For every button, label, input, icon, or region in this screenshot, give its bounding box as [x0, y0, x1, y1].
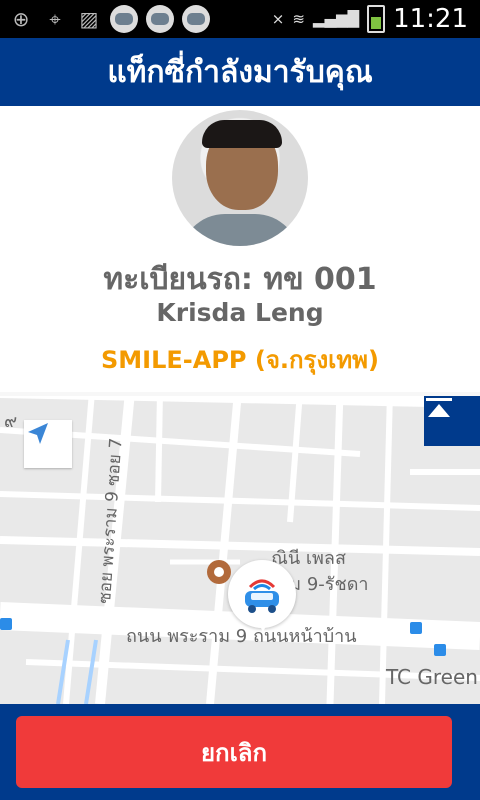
map-label-top-left: ๙: [4, 411, 17, 432]
collapse-button[interactable]: [424, 396, 480, 446]
taxi-marker-icon: [233, 565, 291, 623]
map-background: ๙ ซอย พระราม 9 ซอย 7 ...ณินี เพลส ...าม …: [0, 392, 480, 704]
map-view[interactable]: ๙ ซอย พระราม 9 ซอย 7 ...ณินี เพลส ...าม …: [0, 392, 480, 704]
map-label-main-road: ถนน พระราม 9 ถนนหน้าบ้าน: [126, 626, 357, 647]
driver-hair: [202, 120, 282, 148]
collapse-up-icon: [426, 398, 452, 417]
time: 11:21: [393, 4, 468, 34]
crosshair-icon: ⌖: [49, 7, 61, 31]
page-title: แท็กซี่กำลังมารับคุณ: [0, 38, 480, 106]
status-bar: ⊕ ⌖ ▨ ⨯ ≋ ▂▄▆█ 11:21: [0, 0, 480, 38]
plus-icon: ⊕: [12, 7, 30, 31]
driver-shirt: [180, 214, 300, 246]
cancel-button[interactable]: ยกเลิก: [16, 716, 452, 788]
battery-icon: [367, 5, 386, 33]
license-plate: ทะเบียนรถ: ทข 001: [103, 262, 377, 297]
driver-avatar: [172, 110, 308, 246]
driver-card: ทะเบียนรถ: ทข 001 Krisda Leng SMILE-APP …: [0, 106, 480, 392]
navigation-arrow-icon: [28, 423, 48, 444]
company-name: SMILE-APP (จ.กรุงเทพ): [101, 346, 379, 374]
map-label-place-3: TC Green: [385, 665, 478, 689]
status-icons-right: ⨯ ≋ ▂▄▆█ 11:21: [272, 4, 480, 34]
taxi-icon: [182, 5, 210, 33]
image-icon: ▨: [79, 7, 99, 31]
taxi-icon: [110, 5, 138, 33]
footer-bar: ยกเลิก: [0, 704, 480, 800]
wifi-icon: ≋: [292, 10, 305, 28]
navigation-arrow-button[interactable]: [24, 420, 72, 468]
taxi-marker[interactable]: [228, 560, 296, 632]
taxi-icon: [146, 5, 174, 33]
driver-name: Krisda Leng: [156, 298, 324, 327]
signal-icon: ▂▄▆█: [312, 10, 360, 28]
mute-icon: ⨯: [271, 10, 285, 28]
status-icons-left: ⊕ ⌖ ▨: [0, 5, 210, 33]
